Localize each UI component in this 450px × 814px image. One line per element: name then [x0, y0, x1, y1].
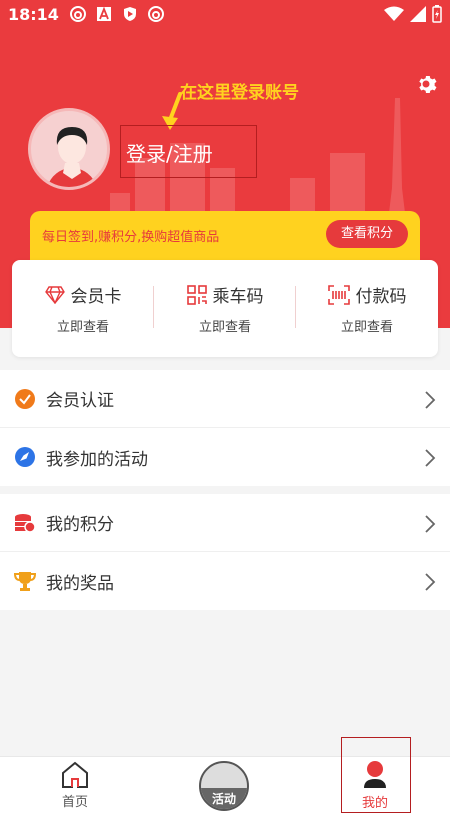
menu-item-member-verify[interactable]: 会员认证: [0, 370, 450, 428]
trophy-icon: [14, 572, 36, 591]
coins-icon: [15, 513, 36, 533]
home-icon: [62, 761, 88, 788]
battery-icon: [432, 5, 442, 23]
menu-item-my-prizes[interactable]: 我的奖品: [0, 552, 450, 610]
view-points-button[interactable]: 查看积分: [326, 220, 408, 248]
menu-item-label: 我的积分: [46, 515, 114, 535]
member-card-entry[interactable]: 会员卡 立即查看: [12, 260, 154, 357]
card-subtitle: 立即查看: [340, 320, 393, 335]
compass-icon: [15, 447, 35, 467]
menu-item-label: 会员认证: [46, 391, 114, 411]
quick-cards-panel: 会员卡 立即查看 乘车码 立即查看 付款码 立即查看: [12, 260, 438, 357]
verified-icon: [15, 388, 35, 409]
login-register-link[interactable]: 登录/注册: [126, 138, 213, 167]
tab-activity[interactable]: 活动: [199, 761, 249, 811]
menu-group-2: 我的积分 我的奖品: [0, 494, 450, 610]
barcode-icon: [327, 284, 350, 305]
status-time: 18:14: [8, 4, 59, 24]
app-a-icon: [96, 6, 111, 21]
chevron-right-icon: [425, 573, 436, 591]
card-title: 乘车码: [212, 287, 264, 307]
wifi-icon: [384, 6, 404, 21]
netease-icon: [69, 6, 86, 22]
chevron-right-icon: [425, 449, 436, 467]
card-title: 付款码: [355, 287, 407, 307]
menu-item-label: 我的奖品: [46, 573, 114, 594]
qr-icon: [186, 284, 207, 305]
ride-code-entry[interactable]: 乘车码 立即查看: [154, 260, 296, 357]
diamond-icon: [44, 285, 65, 304]
card-subtitle: 立即查看: [198, 320, 251, 335]
card-subtitle: 立即查看: [56, 320, 109, 335]
menu-item-my-points[interactable]: 我的积分: [0, 494, 450, 552]
menu-item-label: 我参加的活动: [46, 449, 148, 470]
avatar[interactable]: [28, 108, 110, 190]
payment-code-entry[interactable]: 付款码 立即查看: [296, 260, 438, 357]
chevron-right-icon: [425, 515, 436, 533]
card-title: 会员卡: [70, 287, 122, 307]
mine-highlight-box: [341, 737, 411, 813]
sign-in-text: 每日签到,赚积分,换购超值商品: [42, 230, 220, 245]
tab-home[interactable]: 首页: [0, 757, 150, 814]
login-hint-annotation: 在这里登录账号: [180, 83, 299, 103]
netease-icon-2: [147, 6, 164, 22]
status-bar: 18:14: [0, 0, 450, 28]
chevron-right-icon: [425, 391, 436, 409]
settings-gear-icon[interactable]: [414, 72, 438, 96]
signal-icon: [410, 6, 426, 22]
menu-group-1: 会员认证 我参加的活动: [0, 370, 450, 486]
shield-icon: [123, 7, 136, 21]
tab-label: 首页: [61, 795, 88, 810]
menu-item-my-activities[interactable]: 我参加的活动: [0, 428, 450, 486]
